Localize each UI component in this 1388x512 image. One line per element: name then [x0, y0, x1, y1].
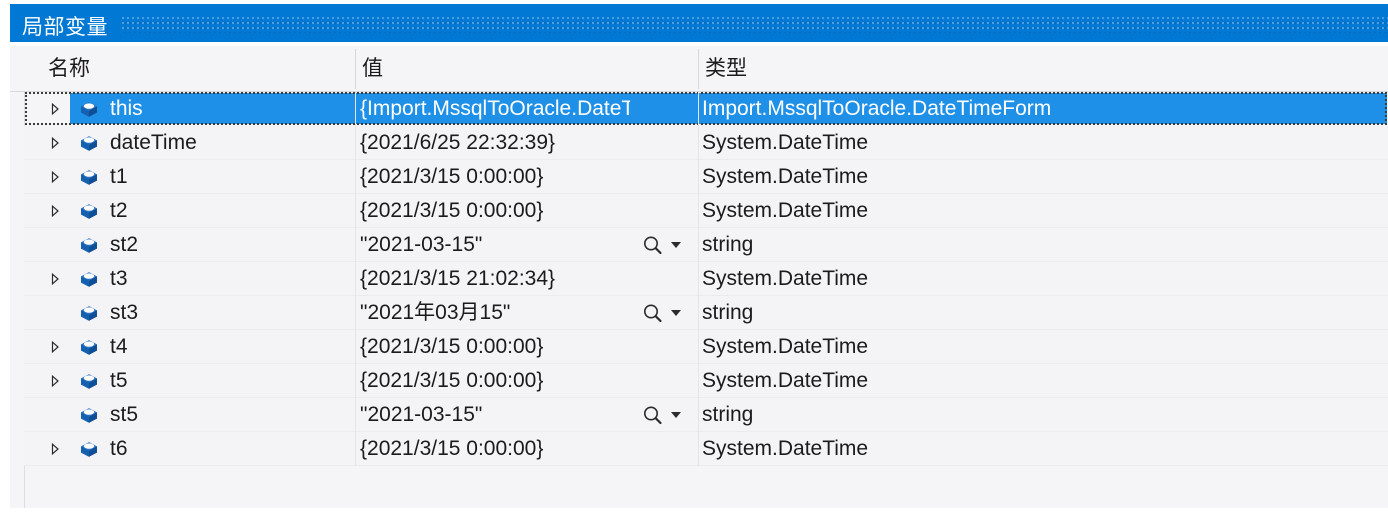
- table-row[interactable]: this {Import.MssqlToOracle.DateT... Import…: [10, 92, 1388, 126]
- cell-type: System.DateTime: [702, 437, 869, 460]
- column-header-type[interactable]: 类型: [705, 46, 1305, 91]
- search-icon[interactable]: [640, 235, 690, 255]
- grid-rows: this {Import.MssqlToOracle.DateT... Import…: [10, 92, 1388, 508]
- window-titlebar[interactable]: 局部变量: [10, 4, 1388, 42]
- table-row[interactable]: t6 {2021/3/15 0:00:00} System.DateTime: [10, 432, 1388, 466]
- search-icon[interactable]: [640, 303, 690, 323]
- table-row[interactable]: t1 {2021/3/15 0:00:00} System.DateTime: [10, 160, 1388, 194]
- cell-name[interactable]: t3: [110, 262, 350, 296]
- chevron-right-icon[interactable]: [48, 272, 62, 286]
- cell-type: System.DateTime: [702, 335, 869, 358]
- grid-header: 名称 值 类型: [10, 46, 1388, 92]
- table-row[interactable]: st3 "2021年03月15" string: [10, 296, 1388, 330]
- variable-cube-icon: [78, 304, 100, 323]
- variable-cube-icon: [78, 236, 100, 255]
- cell-type: System.DateTime: [702, 131, 869, 154]
- search-icon[interactable]: [640, 405, 690, 425]
- column-separator: [355, 92, 356, 466]
- cell-name[interactable]: t1: [110, 160, 350, 194]
- variable-cube-icon: [78, 202, 100, 221]
- cell-value[interactable]: {Import.MssqlToOracle.DateT...: [360, 92, 630, 126]
- cell-value[interactable]: {2021/3/15 0:00:00}: [360, 194, 630, 228]
- table-row[interactable]: t4 {2021/3/15 0:00:00} System.DateTime: [10, 330, 1388, 364]
- cell-value[interactable]: {2021/3/15 0:00:00}: [360, 160, 630, 194]
- cell-name[interactable]: dateTime: [110, 126, 350, 160]
- table-row[interactable]: st5 "2021-03-15" string: [10, 398, 1388, 432]
- cell-name[interactable]: t6: [110, 432, 350, 466]
- variable-cube-icon: [78, 168, 100, 187]
- cell-type: System.DateTime: [702, 199, 869, 222]
- cell-value[interactable]: {2021/3/15 0:00:00}: [360, 330, 630, 364]
- cell-name[interactable]: t5: [110, 364, 350, 398]
- cell-value[interactable]: "2021-03-15": [360, 228, 630, 262]
- cell-type: string: [702, 301, 754, 324]
- table-row[interactable]: t5 {2021/3/15 0:00:00} System.DateTime: [10, 364, 1388, 398]
- column-resizer-value-type[interactable]: [698, 49, 699, 89]
- chevron-right-icon[interactable]: [48, 442, 62, 456]
- locals-debug-window: 局部变量 名称 值 类型 this {Import.MssqlToOracle.D…: [0, 0, 1388, 512]
- variable-cube-icon: [78, 134, 100, 153]
- cell-name[interactable]: this: [110, 92, 350, 126]
- cell-value[interactable]: {2021/3/15 0:00:00}: [360, 432, 630, 466]
- cell-type: string: [702, 233, 754, 256]
- column-separator: [698, 92, 699, 466]
- variable-cube-icon: [78, 338, 100, 357]
- variable-cube-icon: [78, 100, 100, 119]
- cell-value[interactable]: "2021年03月15": [360, 296, 630, 330]
- cell-type: System.DateTime: [702, 369, 869, 392]
- chevron-right-icon[interactable]: [48, 374, 62, 388]
- table-row[interactable]: t2 {2021/3/15 0:00:00} System.DateTime: [10, 194, 1388, 228]
- column-header-name[interactable]: 名称: [48, 46, 348, 91]
- cell-value[interactable]: {2021/3/15 21:02:34}: [360, 262, 630, 296]
- table-row[interactable]: dateTime {2021/6/25 22:32:39} System.DateT…: [10, 126, 1388, 160]
- cell-type: Import.MssqlToOracle.DateTimeForm: [702, 97, 1052, 120]
- chevron-right-icon[interactable]: [48, 340, 62, 354]
- cell-type: System.DateTime: [702, 165, 869, 188]
- chevron-right-icon[interactable]: [48, 136, 62, 150]
- variable-cube-icon: [78, 270, 100, 289]
- cell-value[interactable]: "2021-03-15": [360, 398, 630, 432]
- variable-cube-icon: [78, 440, 100, 459]
- column-header-value[interactable]: 值: [362, 46, 692, 91]
- cell-value[interactable]: {2021/6/25 22:32:39}: [360, 126, 630, 160]
- chevron-right-icon[interactable]: [48, 204, 62, 218]
- chevron-right-icon[interactable]: [48, 102, 62, 116]
- page-title: 局部变量: [22, 16, 108, 39]
- locals-grid: 名称 值 类型 this {Import.MssqlToOracle.DateT.…: [10, 46, 1388, 508]
- variable-cube-icon: [78, 406, 100, 425]
- cell-name[interactable]: st2: [110, 228, 350, 262]
- table-row[interactable]: st2 "2021-03-15" string: [10, 228, 1388, 262]
- cell-name[interactable]: t4: [110, 330, 350, 364]
- cell-name[interactable]: st3: [110, 296, 350, 330]
- titlebar-grip-texture-shadow: [122, 20, 1388, 33]
- cell-type: System.DateTime: [702, 267, 869, 290]
- column-resizer-name-value[interactable]: [355, 49, 356, 89]
- table-row[interactable]: t3 {2021/3/15 21:02:34} System.DateTime: [10, 262, 1388, 296]
- cell-value[interactable]: {2021/3/15 0:00:00}: [360, 364, 630, 398]
- variable-cube-icon: [78, 372, 100, 391]
- cell-name[interactable]: st5: [110, 398, 350, 432]
- cell-type: string: [702, 403, 754, 426]
- chevron-right-icon[interactable]: [48, 170, 62, 184]
- cell-name[interactable]: t2: [110, 194, 350, 228]
